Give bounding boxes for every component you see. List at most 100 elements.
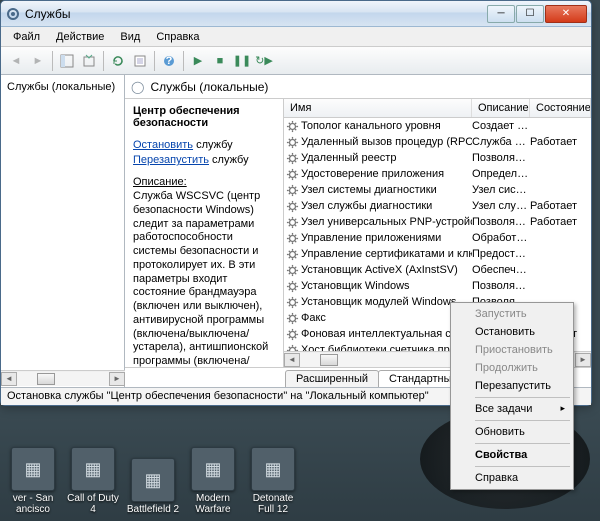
svg-text:?: ? [166, 55, 173, 67]
table-row[interactable]: Узел универсальных PNP-устройствПозволяе… [284, 214, 591, 230]
titlebar[interactable]: Службы ─ ☐ ✕ [1, 1, 591, 27]
table-row[interactable]: Установщик Windows Позволяет... [284, 278, 591, 294]
window-title: Службы [25, 7, 486, 21]
cell-name: Установщик Windows [301, 280, 410, 292]
scroll-right-icon[interactable]: ► [109, 372, 125, 386]
context-menu: Запустить Остановить Приостановить Продо… [450, 302, 574, 490]
desktop-shortcut[interactable]: ▦Detonate Full 12 [246, 447, 300, 515]
stop-line: Остановить службу [133, 139, 275, 151]
scroll-thumb[interactable] [320, 354, 338, 366]
cell-name: Удаленный вызов процедур (RPC) [301, 136, 472, 148]
tree-pane[interactable]: Службы (локальные) [1, 75, 125, 387]
description-caption: Описание: [133, 176, 275, 188]
export-button[interactable] [78, 50, 100, 72]
table-row[interactable]: Удаленный реестрПозволяет... [284, 150, 591, 166]
table-row[interactable]: Узел службы диагностикиУзел служ...Работ… [284, 198, 591, 214]
table-row[interactable]: Удаленный вызов процедур (RPC)Служба R..… [284, 134, 591, 150]
cell-desc: Служба R... [472, 136, 530, 148]
cell-desc: Узел служ... [472, 200, 530, 212]
pane-back-icon[interactable]: ◯ [131, 80, 144, 94]
col-name[interactable]: Имя [284, 99, 472, 117]
gear-icon [286, 280, 299, 293]
stop-link[interactable]: Остановить [133, 139, 193, 151]
col-desc[interactable]: Описание [472, 99, 530, 117]
ctx-refresh[interactable]: Обновить [453, 423, 571, 441]
help-button[interactable]: ? [158, 50, 180, 72]
ctx-stop[interactable]: Остановить [453, 323, 571, 341]
scroll-thumb[interactable] [37, 373, 55, 385]
shortcut-icon: ▦ [191, 447, 235, 491]
table-row[interactable]: Управление сертификатами и ключом работо… [284, 246, 591, 262]
scroll-track[interactable] [17, 372, 109, 386]
menu-action[interactable]: Действие [48, 29, 112, 45]
stop-service-button[interactable]: ■ [209, 50, 231, 72]
ctx-separator [475, 397, 570, 398]
minimize-button[interactable]: ─ [487, 5, 515, 23]
cell-name: Узел службы диагностики [301, 200, 432, 212]
ctx-all-tasks[interactable]: Все задачи [453, 400, 571, 418]
cell-state: Работает [530, 216, 591, 228]
desktop-shortcut[interactable]: ▦ver - San ancisco [6, 447, 60, 515]
cell-name: Хост библиотеки счетчика производительно… [301, 344, 472, 351]
cell-desc: Позволяет... [472, 216, 530, 228]
cell-name: Факс [301, 312, 326, 324]
menu-help[interactable]: Справка [148, 29, 207, 45]
description-text: Служба WSCSVC (центр безопасности Window… [133, 190, 275, 367]
restart-service-button[interactable]: ↻▶ [253, 50, 275, 72]
ctx-resume: Продолжить [453, 359, 571, 377]
desktop-shortcut[interactable]: ▦ Battlefield 2 [126, 458, 180, 515]
restart-link[interactable]: Перезапустить [133, 154, 209, 166]
desktop-shortcut[interactable]: ▦Call of Duty 4 [66, 447, 120, 515]
properties-button[interactable] [129, 50, 151, 72]
scroll-left-icon[interactable]: ◄ [1, 372, 17, 386]
tab-extended[interactable]: Расширенный [285, 370, 379, 387]
gear-icon [286, 120, 299, 133]
table-row[interactable]: Узел системы диагностикиУзел систе... [284, 182, 591, 198]
ctx-restart[interactable]: Перезапустить [453, 377, 571, 395]
start-service-button[interactable]: ▶ [187, 50, 209, 72]
gear-icon [286, 152, 299, 165]
ctx-separator [475, 420, 570, 421]
shortcut-icon: ▦ [131, 458, 175, 502]
shortcut-icon: ▦ [251, 447, 295, 491]
shortcut-label: Modern Warfare [186, 493, 240, 515]
tree-root[interactable]: Службы (локальные) [5, 79, 120, 95]
maximize-button[interactable]: ☐ [516, 5, 544, 23]
desktop-shortcut[interactable]: ▦Modern Warfare [186, 447, 240, 515]
cell-state: Работает [530, 136, 591, 148]
right-pane-header: ◯ Службы (локальные) [125, 75, 591, 99]
gear-icon [286, 296, 299, 309]
tree-hscroll[interactable]: ◄ ► [1, 370, 125, 386]
gear-icon [286, 328, 299, 341]
ctx-properties[interactable]: Свойства [453, 446, 571, 464]
close-button[interactable]: ✕ [545, 5, 587, 23]
cell-desc: Обработк... [472, 232, 530, 244]
table-row[interactable]: Удостоверение приложения Определя... [284, 166, 591, 182]
menu-file[interactable]: Файл [5, 29, 48, 45]
list-header: Имя Описание Состояние [284, 99, 591, 118]
table-row[interactable]: Установщик ActiveX (AxInstSV)Обеспечи... [284, 262, 591, 278]
col-state[interactable]: Состояние [530, 99, 591, 117]
cell-desc: Создает ка... [472, 120, 530, 132]
refresh-button[interactable] [107, 50, 129, 72]
gear-icon [286, 248, 299, 261]
pause-service-button[interactable]: ❚❚ [231, 50, 253, 72]
menu-view[interactable]: Вид [112, 29, 148, 45]
ctx-separator [475, 466, 570, 467]
menubar: Файл Действие Вид Справка [1, 27, 591, 47]
shortcut-label: Battlefield 2 [127, 504, 179, 515]
table-row[interactable]: Тополог канального уровняСоздает ка... [284, 118, 591, 134]
scroll-right-icon[interactable]: ► [575, 353, 591, 367]
shortcut-icon: ▦ [71, 447, 115, 491]
show-hide-tree-button[interactable] [56, 50, 78, 72]
table-row[interactable]: Управление приложениямиОбработк... [284, 230, 591, 246]
cell-desc: Позволяет... [472, 280, 530, 292]
scroll-left-icon[interactable]: ◄ [284, 353, 300, 367]
cell-name: Установщик ActiveX (AxInstSV) [301, 264, 458, 276]
toolbar-separator [183, 51, 184, 71]
toolbar-separator [52, 51, 53, 71]
ctx-pause: Приостановить [453, 341, 571, 359]
cell-desc: Определя... [472, 168, 530, 180]
cell-name: Удостоверение приложения [301, 168, 444, 180]
ctx-help[interactable]: Справка [453, 469, 571, 487]
